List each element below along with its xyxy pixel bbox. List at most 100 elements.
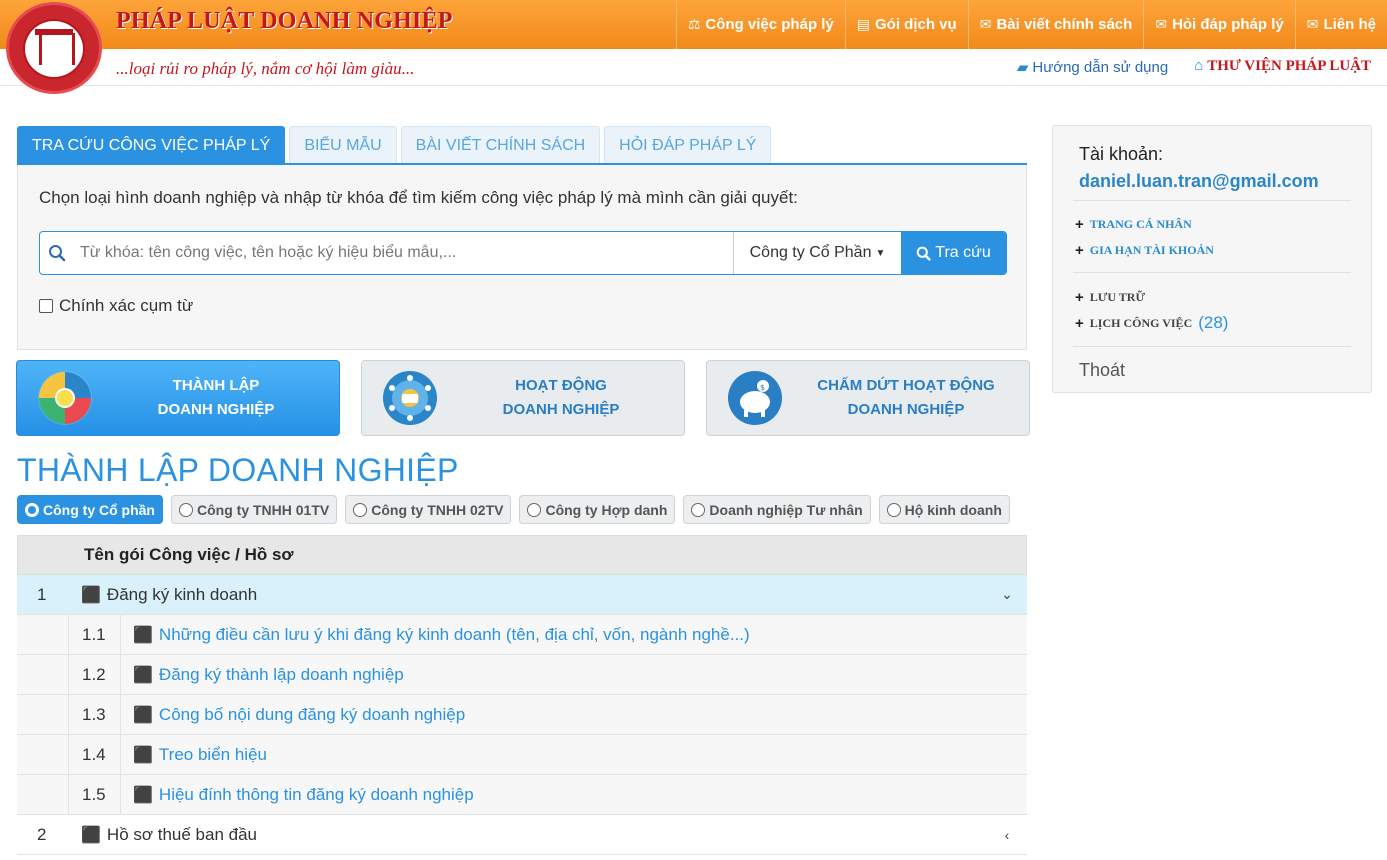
nav-hoi-dap-phap-ly[interactable]: ✉ Hỏi đáp pháp lý <box>1143 0 1294 49</box>
filter-label: Công ty TNHH 02TV <box>371 501 504 518</box>
item-link[interactable]: Những điều cần lưu ý khi đăng ký kinh do… <box>159 625 750 645</box>
account-panel: Tài khoản: daniel.luan.tran@gmail.com + T… <box>1052 125 1372 393</box>
tab-hoi-dap-phap-ly[interactable]: HỎI ĐÁP PHÁP LÝ <box>604 126 772 164</box>
tab-tra-cuu-cong-viec[interactable]: TRA CỨU CÔNG VIỆC PHÁP LÝ <box>17 126 286 164</box>
table-row[interactable]: 1.2 ⬛ Đăng ký thành lập doanh nghiệp <box>17 654 1027 695</box>
radio-icon <box>691 502 706 517</box>
filter-tu-nhan[interactable]: Doanh nghiệp Tư nhân <box>683 495 871 524</box>
slogan: ...loại rủi ro pháp lý, nắm cơ hội làm g… <box>116 59 415 78</box>
calendar-link[interactable]: + LỊCH CÔNG VIỆC (28) <box>1075 313 1228 333</box>
row-spacer <box>17 694 69 735</box>
tab-bai-viet-chinh-sach[interactable]: BÀI VIẾT CHÍNH SÁCH <box>400 126 601 164</box>
nav-label: Liên hệ <box>1323 16 1376 33</box>
exact-phrase-label: Chính xác cụm từ <box>59 296 194 315</box>
logo-emblem <box>23 19 85 79</box>
chevron-down-icon[interactable]: ⌄ <box>987 586 1027 603</box>
filter-tnhh-01tv[interactable]: Công ty TNHH 01TV <box>171 495 338 524</box>
plus-icon: + <box>1075 242 1084 259</box>
group-name: Đăng ký kinh doanh <box>106 584 258 604</box>
profile-link[interactable]: + TRANG CÁ NHÂN <box>1075 216 1192 233</box>
home-icon: ⌂ <box>1194 58 1204 74</box>
table-group-row[interactable]: 1 ⬛ Đăng ký kinh doanh ⌄ <box>17 575 1027 615</box>
category-hoat-dong[interactable]: HOẠT ĐỘNG DOANH NGHIỆP <box>361 360 685 436</box>
category-line2: DOANH NGHIỆP <box>502 401 620 418</box>
company-type-value: Công ty Cổ Phần <box>749 244 872 261</box>
nav-goi-dich-vu[interactable]: ▤ Gói dịch vụ <box>844 0 968 49</box>
sub-nav: ▰ Hướng dẫn sử dụng ⌂ THƯ VIỆN PHÁP LUẬT <box>1017 58 1371 76</box>
category-buttons: THÀNH LẬP DOANH NGHIỆP HOẠT ĐỘNG DOANH NGH… <box>16 360 1030 436</box>
item-link[interactable]: Đăng ký thành lập doanh nghiệp <box>159 665 404 685</box>
radio-icon <box>886 502 901 517</box>
nav-bai-viet-chinh-sach[interactable]: ✉ Bài viết chính sách <box>967 0 1144 49</box>
header-divider <box>0 85 1387 86</box>
package-icon: ⬛ <box>133 706 153 724</box>
tab-bieu-mau[interactable]: BIỂU MẪU <box>289 126 397 164</box>
pie-chart-icon <box>38 371 92 425</box>
scale-icon: ⚖ <box>687 16 701 32</box>
category-line1: THÀNH LẬP <box>172 377 260 394</box>
guide-link[interactable]: ▰ Hướng dẫn sử dụng <box>1017 58 1168 76</box>
nav-label: Hỏi đáp pháp lý <box>1172 16 1284 33</box>
radio-icon <box>179 502 193 517</box>
category-line2: DOANH NGHIỆP <box>847 401 965 418</box>
package-icon: ⬛ <box>133 666 153 684</box>
exact-phrase-checkbox[interactable] <box>39 299 53 313</box>
search-icon <box>916 246 931 261</box>
row-spacer <box>17 614 69 655</box>
library-link[interactable]: ⌂ THƯ VIỆN PHÁP LUẬT <box>1194 58 1371 76</box>
plus-icon: + <box>1075 314 1084 332</box>
category-line1: CHẤM DỨT HOẠT ĐỘNG <box>817 377 995 394</box>
logout-link[interactable]: Thoát <box>1079 360 1125 381</box>
search-input[interactable] <box>74 232 733 274</box>
item-number: 1.2 <box>69 654 121 695</box>
exact-phrase-option[interactable]: Chính xác cụm từ <box>39 296 193 316</box>
table-group-row[interactable]: 2 ⬛ Hồ sơ thuế ban đầu ‹ <box>17 815 1027 855</box>
svg-text:$: $ <box>760 383 765 392</box>
table-header: Tên gói Công việc / Hồ sơ <box>17 535 1027 575</box>
item-link[interactable]: Hiệu đính thông tin đăng ký doanh nghiệp <box>159 785 474 805</box>
table-row[interactable]: 1.1 ⬛ Những điều cần lưu ý khi đăng ký kin… <box>17 614 1027 655</box>
search-box: Công ty Cổ Phần▼ Tra cứu <box>39 231 1007 275</box>
search-panel: Chọn loại hình doanh nghiệp và nhập từ k… <box>17 165 1027 350</box>
search-intro: Chọn loại hình doanh nghiệp và nhập từ k… <box>39 188 798 207</box>
envelope-icon: ✉ <box>1306 16 1319 32</box>
archive-link[interactable]: + LƯU TRỮ <box>1075 289 1145 306</box>
item-link[interactable]: Treo biển hiệu <box>159 745 267 765</box>
table-row[interactable]: 1.4 ⬛ Treo biển hiệu <box>17 734 1027 775</box>
filter-label: Doanh nghiệp Tư nhân <box>709 501 863 518</box>
envelope-icon: ✉ <box>1155 16 1168 32</box>
nav-lien-he[interactable]: ✉ Liên hệ <box>1294 0 1387 49</box>
nav-label: Công việc pháp lý <box>705 16 834 33</box>
search-button-label: Tra cứu <box>935 244 991 261</box>
item-number: 1.4 <box>69 734 121 775</box>
calendar-label: LỊCH CÔNG VIỆC <box>1089 315 1193 330</box>
brand-title[interactable]: PHÁP LUẬT DOANH NGHIỆP <box>116 8 453 35</box>
company-type-select[interactable]: Công ty Cổ Phần ▼ <box>733 232 901 274</box>
filter-ho-kinh-doanh[interactable]: Hộ kinh doanh <box>878 495 1010 524</box>
account-email[interactable]: daniel.luan.tran@gmail.com <box>1079 171 1319 192</box>
package-icon: ⬛ <box>133 746 153 764</box>
renew-link[interactable]: + GIA HẠN TÀI KHOẢN <box>1075 242 1214 259</box>
filter-co-phan[interactable]: Công ty Cổ phần <box>17 495 163 524</box>
filter-label: Hộ kinh doanh <box>904 501 1002 518</box>
site-logo[interactable] <box>6 2 102 94</box>
header-name-cell: Tên gói Công việc / Hồ sơ <box>84 545 294 564</box>
filter-hop-danh[interactable]: Công ty Hợp danh <box>519 495 676 524</box>
search-tabs: TRA CỨU CÔNG VIỆC PHÁP LÝ BIỂU MẪU BÀI V… <box>17 126 772 164</box>
search-button[interactable]: Tra cứu <box>901 232 1006 274</box>
table-row[interactable]: 1.5 ⬛ Hiệu đính thông tin đăng ký doanh ng… <box>17 774 1027 815</box>
table-row[interactable]: 1.3 ⬛ Công bố nội dung đăng ký doanh nghiệ… <box>17 694 1027 735</box>
item-link[interactable]: Công bố nội dung đăng ký doanh nghiệp <box>159 705 465 725</box>
category-cham-dut[interactable]: $ CHẤM DỨT HOẠT ĐỘNG DOANH NGHIỆP <box>706 360 1030 436</box>
package-icon: ⬛ <box>133 626 153 644</box>
package-icon: ⬛ <box>133 786 153 804</box>
piggy-bank-icon: $ <box>728 371 782 425</box>
group-number: 2 <box>37 824 47 844</box>
network-icon <box>383 371 437 425</box>
chevron-left-icon[interactable]: ‹ <box>987 827 1027 843</box>
nav-cong-viec-phap-ly[interactable]: ⚖ Công việc pháp lý <box>675 0 845 49</box>
filter-tnhh-02tv[interactable]: Công ty TNHH 02TV <box>345 495 512 524</box>
nav-label: Bài viết chính sách <box>996 16 1133 33</box>
category-thanh-lap[interactable]: THÀNH LẬP DOANH NGHIỆP <box>16 360 340 436</box>
item-number: 1.5 <box>69 774 121 815</box>
